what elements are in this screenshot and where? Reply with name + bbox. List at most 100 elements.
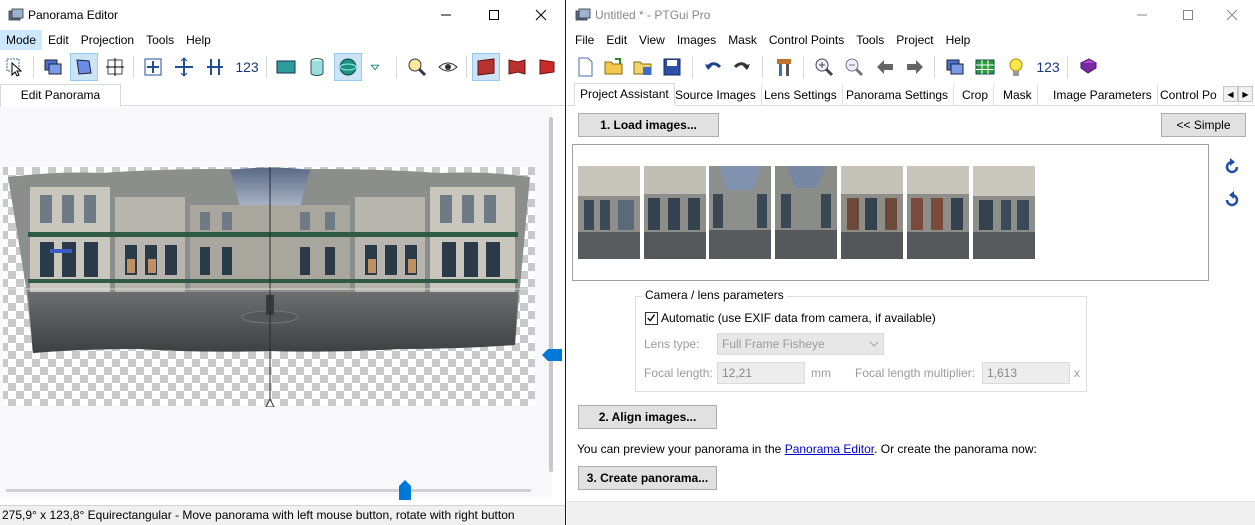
- sphere-projection-button[interactable]: [334, 53, 362, 81]
- zoom-button[interactable]: [403, 53, 431, 81]
- save-button[interactable]: [658, 53, 686, 81]
- tab-mask[interactable]: Mask: [998, 85, 1038, 106]
- projection-dropdown-button[interactable]: [365, 53, 385, 81]
- panorama-canvas[interactable]: [0, 107, 552, 497]
- ptgui-titlebar[interactable]: Untitled * - PTGui Pro: [567, 0, 1255, 30]
- menu-help[interactable]: Help: [940, 30, 977, 50]
- menu-edit[interactable]: Edit: [600, 30, 633, 50]
- tab-crop[interactable]: Crop: [957, 85, 995, 106]
- tab-scroll-right-button[interactable]: ▶: [1238, 86, 1253, 102]
- fit-panorama-button[interactable]: [139, 53, 167, 81]
- numeric-transform-button[interactable]: 123: [232, 53, 262, 81]
- simple-mode-button[interactable]: << Simple: [1161, 113, 1246, 137]
- tip-button[interactable]: [1002, 53, 1030, 81]
- create-panorama-button[interactable]: 3. Create panorama...: [578, 466, 717, 490]
- zoom-in-button[interactable]: [810, 53, 838, 81]
- crop-mode-2-button[interactable]: [503, 53, 531, 81]
- thumbnail-image[interactable]: [841, 166, 903, 259]
- focal-length-unit: mm: [811, 366, 831, 380]
- menu-tools[interactable]: Tools: [850, 30, 890, 50]
- thumbnail-image[interactable]: [775, 166, 837, 259]
- crosshair-icon: [106, 58, 124, 76]
- thumbnail-image[interactable]: [709, 166, 771, 259]
- tab-lens-settings[interactable]: Lens Settings: [759, 85, 843, 106]
- menu-tools[interactable]: Tools: [140, 30, 180, 50]
- maximize-button[interactable]: [1165, 0, 1211, 30]
- center-button[interactable]: [170, 53, 198, 81]
- menu-help[interactable]: Help: [180, 30, 217, 50]
- panorama-editor-link[interactable]: Panorama Editor: [785, 442, 874, 456]
- menu-project[interactable]: Project: [890, 30, 939, 50]
- new-project-button[interactable]: [571, 53, 599, 81]
- redo-button[interactable]: [728, 53, 756, 81]
- menu-edit[interactable]: Edit: [42, 30, 75, 50]
- numeric-button[interactable]: 123: [1033, 53, 1063, 81]
- crop-mode-3-button[interactable]: [534, 53, 562, 81]
- menu-projection[interactable]: Projection: [75, 30, 140, 50]
- crosshair-tool-button[interactable]: [101, 53, 129, 81]
- lens-type-select[interactable]: Full Frame Fisheye: [717, 333, 884, 355]
- focal-length-input[interactable]: 12,21: [717, 362, 805, 384]
- preview-instructions: You can preview your panorama in the Pan…: [577, 442, 1037, 456]
- menu-mode[interactable]: Mode: [0, 30, 43, 50]
- thumbnail-image[interactable]: [907, 166, 969, 259]
- open-project-button[interactable]: [600, 53, 628, 81]
- horizontal-slider-thumb[interactable]: [399, 480, 411, 500]
- tab-project-assistant[interactable]: Project Assistant: [574, 83, 675, 106]
- panorama-editor-button[interactable]: [941, 53, 969, 81]
- undo-icon: [705, 62, 722, 70]
- tab-panorama-settings[interactable]: Panorama Settings: [841, 85, 955, 106]
- lens-type-label: Lens type:: [644, 337, 700, 351]
- vertical-slider-thumb[interactable]: [542, 349, 562, 361]
- redo-icon: [733, 62, 750, 70]
- select-tool-button[interactable]: [1, 53, 29, 81]
- horizontal-slider-track[interactable]: [6, 489, 531, 492]
- preview-button[interactable]: [434, 53, 462, 81]
- vertical-slider-track[interactable]: [549, 117, 553, 472]
- automatic-exif-checkbox[interactable]: [645, 312, 658, 325]
- source-image-thumbnails[interactable]: [572, 144, 1209, 281]
- straighten-button[interactable]: [201, 53, 229, 81]
- panorama-editor-titlebar[interactable]: Panorama Editor: [0, 0, 565, 30]
- crop-mode-1-button[interactable]: [472, 53, 500, 81]
- forward-button[interactable]: [901, 53, 929, 81]
- tab-source-images[interactable]: Source Images: [670, 85, 762, 106]
- maximize-button[interactable]: [471, 0, 517, 30]
- tab-edit-panorama[interactable]: Edit Panorama: [0, 84, 121, 107]
- back-button[interactable]: [871, 53, 899, 81]
- arrow-left-icon: [877, 60, 893, 74]
- move-image-icon: [76, 59, 92, 75]
- cylinder-projection-button[interactable]: [303, 53, 331, 81]
- thumbnail-image[interactable]: [578, 166, 640, 259]
- images-tool-button[interactable]: [39, 53, 67, 81]
- tab-image-parameters[interactable]: Image Parameters: [1048, 85, 1158, 106]
- menu-file[interactable]: File: [569, 30, 600, 50]
- menu-control-points[interactable]: Control Points: [763, 30, 850, 50]
- tools-button[interactable]: [770, 53, 798, 81]
- menu-mask[interactable]: Mask: [722, 30, 763, 50]
- close-button[interactable]: [1209, 0, 1255, 30]
- thumbnail-image[interactable]: [644, 166, 706, 259]
- flat-projection-button[interactable]: [272, 53, 300, 81]
- panorama-preview[interactable]: [0, 167, 552, 407]
- rotate-right-icon[interactable]: [1222, 190, 1242, 210]
- menu-images[interactable]: Images: [671, 30, 722, 50]
- help-book-button[interactable]: [1074, 53, 1102, 81]
- zoom-in-icon: [815, 58, 834, 77]
- undo-button[interactable]: [699, 53, 727, 81]
- minimize-button[interactable]: [1119, 0, 1165, 30]
- table-button[interactable]: [971, 53, 999, 81]
- focal-length-multiplier-input[interactable]: 1,613: [982, 362, 1070, 384]
- save-as-button[interactable]: [629, 53, 657, 81]
- pointer-icon: [6, 58, 23, 77]
- tab-scroll-left-button[interactable]: ◀: [1223, 86, 1238, 102]
- rotate-left-icon[interactable]: [1222, 157, 1242, 177]
- move-image-tool-button[interactable]: [70, 53, 98, 81]
- load-images-button[interactable]: 1. Load images...: [578, 113, 719, 137]
- zoom-out-button[interactable]: [840, 53, 868, 81]
- align-images-button[interactable]: 2. Align images...: [578, 405, 717, 429]
- close-button[interactable]: [518, 0, 564, 30]
- minimize-button[interactable]: [423, 0, 469, 30]
- thumbnail-image[interactable]: [973, 166, 1035, 259]
- menu-view[interactable]: View: [633, 30, 671, 50]
